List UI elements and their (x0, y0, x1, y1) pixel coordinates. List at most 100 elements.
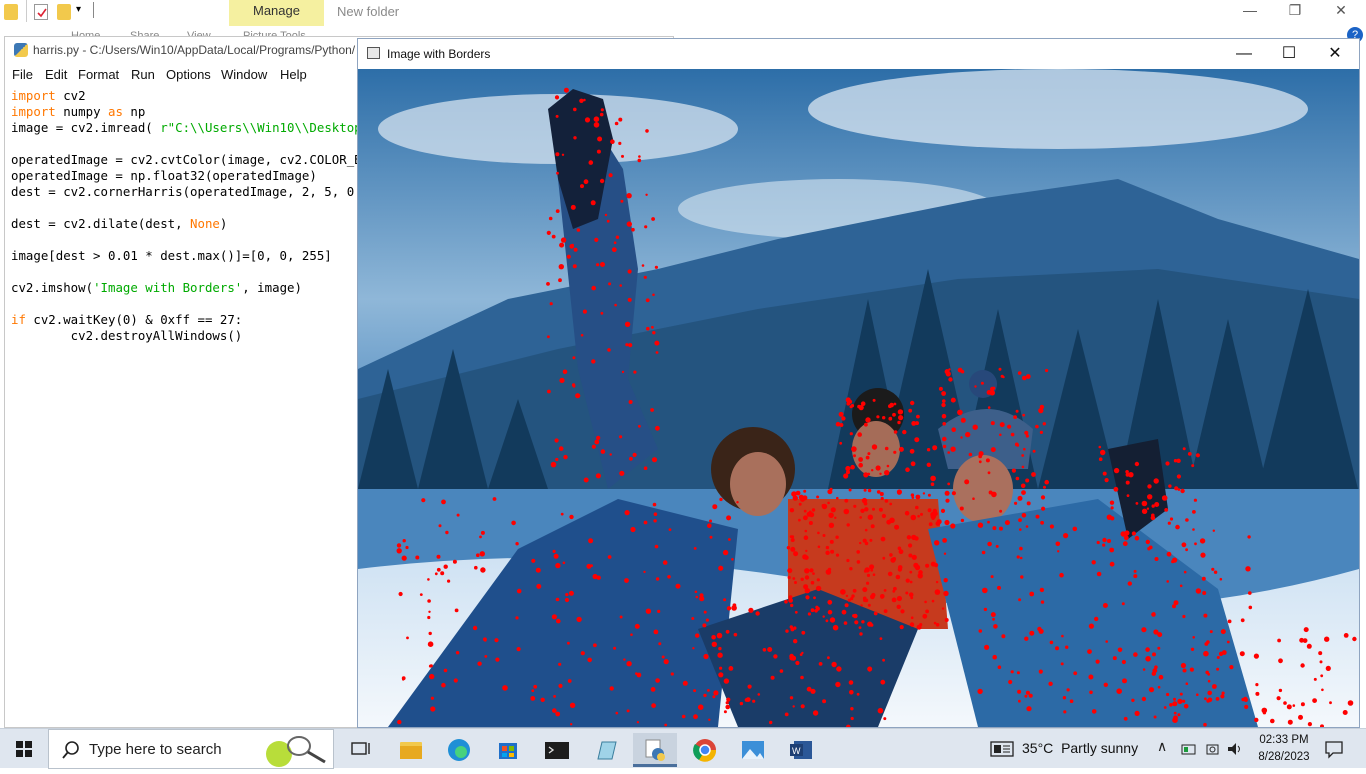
corner-mark (894, 524, 900, 530)
corner-mark (982, 587, 988, 594)
corner-mark (770, 675, 775, 680)
corner-mark (1117, 647, 1123, 653)
corner-mark (405, 545, 409, 550)
maximize-button[interactable]: ☐ (1269, 42, 1309, 66)
corner-mark (1029, 591, 1035, 597)
taskbar-terminal[interactable] (535, 733, 579, 767)
corner-mark (1141, 500, 1148, 507)
battery-icon[interactable] (1181, 741, 1197, 757)
taskbar-file-explorer[interactable] (389, 733, 433, 767)
corner-mark (731, 558, 734, 561)
taskbar-notepad[interactable] (584, 733, 628, 767)
corner-mark (841, 609, 847, 615)
corner-mark (1300, 702, 1305, 707)
corner-mark (862, 596, 867, 601)
corner-mark (1278, 658, 1283, 664)
folder-icon[interactable] (4, 4, 18, 20)
corner-mark (626, 221, 632, 227)
properties-icon[interactable] (34, 4, 48, 20)
corner-mark (1102, 471, 1107, 476)
code-editor[interactable]: import cv2 import numpy as np image = cv2.… (11, 88, 361, 728)
corner-mark (611, 247, 617, 253)
taskbar-word[interactable]: W (780, 733, 824, 767)
corner-mark (436, 567, 441, 572)
task-view-button[interactable] (338, 733, 382, 767)
corner-mark (878, 507, 883, 512)
corner-mark (567, 679, 572, 683)
menu-help[interactable]: Help (280, 67, 307, 82)
corner-mark (583, 98, 586, 102)
corner-mark (790, 603, 794, 608)
corner-mark (1110, 516, 1115, 521)
corner-mark (548, 216, 553, 221)
corner-mark (728, 538, 731, 541)
corner-mark (592, 573, 598, 580)
corner-mark (908, 408, 913, 413)
new-folder-icon[interactable] (57, 4, 71, 20)
corner-mark (841, 416, 846, 421)
corner-mark (1113, 486, 1119, 492)
menu-window[interactable]: Window (221, 67, 267, 82)
menu-file[interactable]: File (12, 67, 33, 82)
corner-mark (1152, 652, 1156, 657)
corner-mark (726, 697, 731, 702)
corner-mark (835, 681, 841, 688)
corner-mark (864, 541, 869, 546)
camera-icon[interactable] (1205, 741, 1221, 757)
close-button[interactable]: ✕ (1326, 2, 1356, 19)
system-clock[interactable]: 02:33 PM 8/28/2023 (1253, 732, 1315, 766)
corner-mark (1221, 691, 1225, 695)
corner-mark (1109, 500, 1115, 505)
corner-mark (563, 87, 569, 93)
menu-format[interactable]: Format (78, 67, 119, 82)
corner-mark (886, 464, 890, 468)
corner-mark (401, 555, 407, 561)
taskbar-search-box[interactable]: Type here to search (48, 729, 334, 769)
corner-mark (867, 514, 873, 520)
corner-mark (670, 672, 674, 676)
taskbar-chrome[interactable] (683, 733, 727, 767)
corner-mark (1146, 507, 1150, 510)
volume-icon[interactable] (1226, 741, 1246, 757)
taskbar-photos[interactable] (731, 733, 775, 767)
corner-mark (834, 516, 837, 519)
corner-mark (643, 520, 648, 525)
menu-edit[interactable]: Edit (45, 67, 67, 82)
minimize-button[interactable]: — (1235, 2, 1265, 18)
corner-mark (661, 655, 665, 659)
weather-widget[interactable]: 35°C Partly sunny (1022, 740, 1138, 756)
corner-mark (798, 502, 802, 506)
restore-button[interactable]: ❐ (1280, 2, 1310, 19)
taskbar-store[interactable] (486, 733, 530, 767)
close-button[interactable]: ✕ (1315, 42, 1355, 66)
ribbon-manage-tab[interactable]: Manage (229, 0, 324, 26)
corner-mark (440, 571, 445, 576)
corner-mark (838, 411, 844, 417)
corner-mark (1180, 488, 1185, 494)
corner-mark (791, 535, 795, 539)
corner-mark (1123, 535, 1129, 541)
corner-mark (1024, 694, 1028, 698)
code-token: if (11, 312, 26, 327)
corner-mark (930, 475, 936, 482)
notifications-icon[interactable] (1324, 739, 1344, 759)
corner-mark (950, 523, 956, 529)
corner-mark (1069, 699, 1074, 703)
corner-mark (992, 386, 996, 390)
taskbar-python-idle[interactable] (633, 733, 677, 767)
chevron-up-icon[interactable]: ∧ (1157, 738, 1167, 755)
corner-mark (600, 449, 606, 454)
corner-mark (631, 227, 635, 232)
corner-mark (881, 513, 887, 519)
start-button[interactable] (0, 729, 48, 769)
corner-mark (1150, 515, 1156, 521)
code-token: 'Image with Borders' (93, 280, 243, 295)
taskbar-edge[interactable] (437, 733, 481, 767)
chevron-down-icon[interactable]: ▾ (76, 4, 81, 15)
menu-run[interactable]: Run (131, 67, 155, 82)
menu-options[interactable]: Options (166, 67, 211, 82)
weather-temp: 35°C (1022, 740, 1054, 756)
corner-mark (1183, 570, 1187, 574)
minimize-button[interactable]: — (1224, 42, 1264, 66)
corner-mark (595, 473, 601, 479)
